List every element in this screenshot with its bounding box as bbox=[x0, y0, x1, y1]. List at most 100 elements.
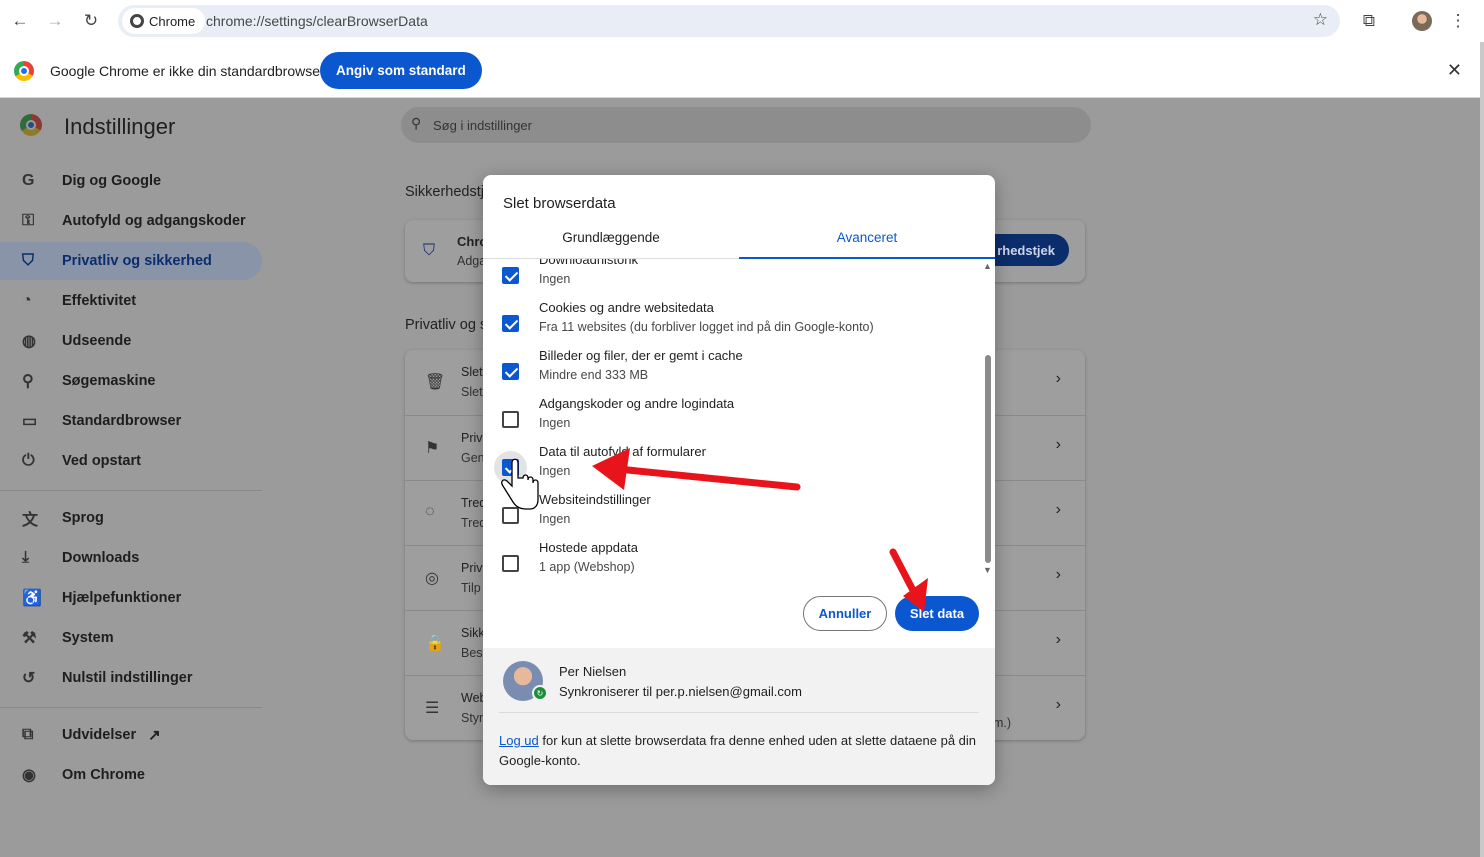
sidebar-item-label: Dig og Google bbox=[62, 173, 162, 189]
checkbox-autofill[interactable] bbox=[502, 459, 519, 476]
item-sub: Fra 11 websites (du forbliver logget ind… bbox=[539, 320, 874, 334]
sidebar-item-autofill[interactable]: ⚿ Autofyld og adgangskoder bbox=[0, 202, 262, 240]
cancel-button[interactable]: Annuller bbox=[803, 596, 887, 631]
sidebar-item-search-engine[interactable]: ⚲ Søgemaskine bbox=[0, 362, 262, 400]
sidebar-divider bbox=[0, 707, 262, 708]
address-bar[interactable]: Chrome chrome://settings/clearBrowserDat… bbox=[118, 5, 1340, 37]
user-sync-status: Synkroniserer til per.p.nielsen@gmail.co… bbox=[559, 684, 802, 699]
sidebar-item-you-and-google[interactable]: G Dig og Google bbox=[0, 162, 262, 200]
speedometer-icon: ◔ bbox=[22, 292, 32, 309]
checkbox-cache[interactable] bbox=[502, 363, 519, 380]
external-link-icon: ↗ bbox=[148, 727, 161, 744]
sidebar-item-label: Nulstil indstillinger bbox=[62, 670, 193, 686]
list-item[interactable]: Downloadhistorik Ingen bbox=[483, 259, 983, 293]
row-title: Priv bbox=[461, 561, 483, 575]
sidebar-item-accessibility[interactable]: ♿ Hjælpefunktioner bbox=[0, 579, 262, 617]
item-label: Cookies og andre websitedata bbox=[539, 300, 714, 315]
search-icon: ⚲ bbox=[22, 373, 34, 390]
list-item[interactable]: Websiteindstillinger Ingen bbox=[483, 485, 983, 533]
row-title: Priv bbox=[461, 431, 483, 445]
sidebar-item-appearance[interactable]: ◍ Udseende bbox=[0, 322, 262, 360]
sidebar-item-reset[interactable]: ↺ Nulstil indstillinger bbox=[0, 659, 262, 697]
site-chip[interactable]: Chrome bbox=[122, 8, 206, 34]
item-sub: Ingen bbox=[539, 464, 571, 478]
chrome-logo-icon bbox=[14, 61, 34, 81]
item-sub: Ingen bbox=[539, 272, 571, 286]
scroll-thumb[interactable] bbox=[985, 355, 991, 563]
close-icon[interactable]: ✕ bbox=[1447, 60, 1462, 81]
sidebar-item-extensions[interactable]: ⧉ Udvidelser ↗ bbox=[0, 716, 262, 754]
back-arrow-icon[interactable]: ← bbox=[7, 8, 33, 34]
sidebar-item-default-browser[interactable]: ▭ Standardbrowser bbox=[0, 402, 262, 440]
list-item[interactable]: Hostede appdata 1 app (Webshop) bbox=[483, 533, 983, 579]
item-sub: Ingen bbox=[539, 416, 571, 430]
sidebar-item-privacy[interactable]: ⛉ Privatliv og sikkerhed bbox=[0, 242, 262, 280]
sidebar-item-label: Autofyld og adgangskoder bbox=[62, 213, 246, 229]
sidebar-divider bbox=[0, 490, 262, 491]
forward-arrow-icon[interactable]: → bbox=[42, 8, 68, 34]
chevron-right-icon: › bbox=[1055, 696, 1061, 713]
site-chip-label: Chrome bbox=[149, 13, 196, 29]
sidebar-item-label: Sprog bbox=[62, 510, 104, 526]
list-item[interactable]: Cookies og andre websitedata Fra 11 webs… bbox=[483, 293, 983, 341]
item-sub: 1 app (Webshop) bbox=[539, 560, 635, 574]
translate-icon: 文 bbox=[22, 512, 39, 529]
profile-avatar[interactable] bbox=[1409, 8, 1435, 34]
checkbox-hosted-app-data[interactable] bbox=[502, 555, 519, 572]
accessibility-icon: ♿ bbox=[22, 590, 42, 607]
row-title: Sikk bbox=[461, 626, 485, 640]
checkbox-site-settings[interactable] bbox=[502, 507, 519, 524]
sidebar-item-about-chrome[interactable]: ◉ Om Chrome bbox=[0, 756, 262, 794]
item-label: Hostede appdata bbox=[539, 540, 639, 555]
chevron-right-icon: › bbox=[1055, 370, 1061, 387]
palette-icon: ◍ bbox=[22, 333, 36, 350]
browser-window-icon: ▭ bbox=[22, 413, 38, 430]
sidebar-item-label: System bbox=[62, 630, 114, 646]
sidebar-item-on-startup[interactable]: ⏻ Ved opstart bbox=[0, 442, 262, 480]
sidebar-item-downloads[interactable]: ⤓ Downloads bbox=[0, 539, 262, 577]
safety-card-subtitle: Adga bbox=[457, 254, 487, 268]
ads-icon: ◎ bbox=[425, 570, 439, 587]
sliders-icon: ☰ bbox=[425, 700, 440, 717]
sync-icon: ↻ bbox=[532, 685, 548, 701]
list-item[interactable]: Data til autofyld af formularer Ingen bbox=[483, 437, 983, 485]
default-browser-infobar: Google Chrome er ikke din standardbrowse… bbox=[0, 42, 1480, 98]
power-icon: ⏻ bbox=[22, 452, 35, 469]
list-item[interactable]: Adgangskoder og andre logindata Ingen bbox=[483, 389, 983, 437]
browser-toolbar: ← → ↻ Chrome chrome://settings/clearBrow… bbox=[0, 0, 1484, 42]
sidebar-item-label: Privatliv og sikkerhed bbox=[62, 253, 212, 269]
item-label: Adgangskoder og andre logindata bbox=[539, 396, 735, 411]
sidebar-item-label: Søgemaskine bbox=[62, 373, 156, 389]
sidebar-item-label: Downloads bbox=[62, 550, 140, 566]
sidebar-item-system[interactable]: ⚒ System bbox=[0, 619, 262, 657]
sidebar-item-performance[interactable]: ◔ Effektivitet bbox=[0, 282, 262, 320]
checkbox-download-history[interactable] bbox=[502, 267, 519, 284]
item-label: Data til autofyld af formularer bbox=[539, 444, 706, 459]
puzzle-icon: ⧉ bbox=[22, 726, 34, 743]
tab-basic[interactable]: Grundlæggende bbox=[483, 225, 739, 259]
item-sub: Mindre end 333 MB bbox=[539, 368, 649, 382]
reload-icon[interactable]: ↻ bbox=[78, 8, 104, 34]
checkbox-cookies[interactable] bbox=[502, 315, 519, 332]
footer-divider bbox=[499, 712, 979, 713]
set-default-button[interactable]: Angiv som standard bbox=[320, 52, 482, 89]
row-title: Slet bbox=[461, 365, 483, 379]
dialog-tabs: Grundlæggende Avanceret bbox=[483, 225, 995, 259]
settings-search[interactable]: ⚲ Søg i indstillinger bbox=[401, 107, 1091, 143]
scroll-down-arrow-icon[interactable]: ▼ bbox=[983, 565, 992, 575]
url-text[interactable]: chrome://settings/clearBrowserData bbox=[206, 13, 428, 29]
extensions-puzzle-icon[interactable]: ⧉ bbox=[1356, 8, 1382, 34]
scroll-up-arrow-icon[interactable]: ▲ bbox=[983, 261, 992, 271]
delete-data-button[interactable]: Slet data bbox=[895, 596, 979, 631]
more-menu-icon[interactable]: ⋮ bbox=[1445, 8, 1471, 34]
checkbox-passwords[interactable] bbox=[502, 411, 519, 428]
list-item[interactable]: Billeder og filer, der er gemt i cache M… bbox=[483, 341, 983, 389]
logout-link[interactable]: Log ud bbox=[499, 733, 539, 748]
tab-advanced[interactable]: Avanceret bbox=[739, 225, 995, 259]
bookmark-star-icon[interactable]: ☆ bbox=[1313, 10, 1328, 30]
lock-icon: 🔒 bbox=[425, 635, 445, 652]
list-scrollbar[interactable]: ▲ ▼ bbox=[983, 259, 995, 579]
sidebar-item-languages[interactable]: 文 Sprog bbox=[0, 499, 262, 537]
row-subtitle-tail: m.) bbox=[992, 716, 1011, 730]
page-scrollbar[interactable] bbox=[1480, 42, 1484, 857]
